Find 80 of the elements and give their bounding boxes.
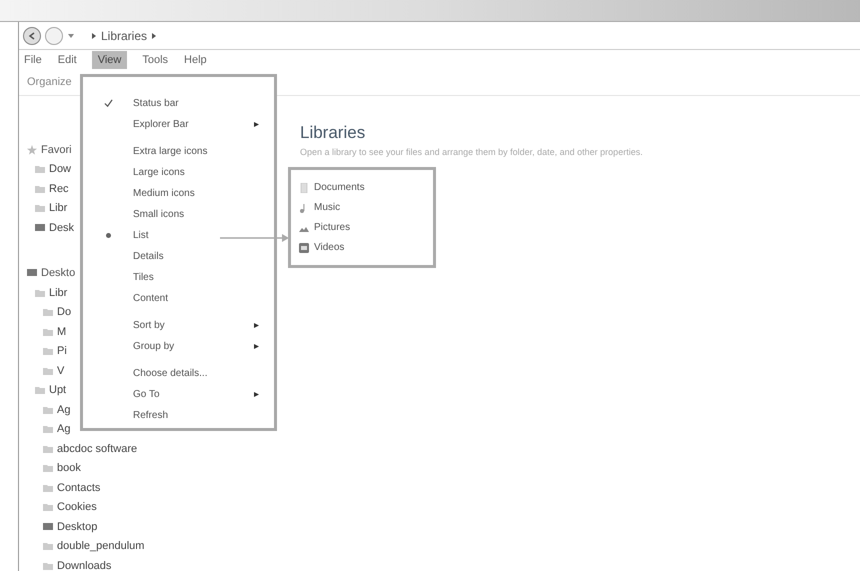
folder-icon <box>35 203 45 214</box>
menu-option[interactable]: Extra large icons <box>133 144 274 159</box>
folder-icon <box>43 444 53 454</box>
tree-item[interactable]: Dow <box>49 161 72 178</box>
tree-item[interactable]: double_pendulum <box>57 538 144 554</box>
library-item[interactable]: Music <box>314 200 340 215</box>
description-text: Open a library to see your files and arrange them by folder, date, and other properties. <box>300 146 644 159</box>
tree-item[interactable]: M <box>57 324 66 340</box>
submenu-arrow-icon <box>254 323 259 328</box>
menu-option[interactable]: Medium icons <box>133 186 274 201</box>
tree-item[interactable]: Deskto <box>41 265 76 282</box>
folder-icon <box>43 560 53 571</box>
library-item[interactable]: Videos <box>314 240 344 255</box>
folder-icon <box>43 366 53 376</box>
menu-option[interactable]: Status bar <box>133 96 274 111</box>
tree-item[interactable]: Libr <box>49 284 68 301</box>
folder-icon <box>43 463 53 474</box>
monitor-icon <box>35 222 45 233</box>
folder-icon <box>35 288 45 298</box>
tree-item[interactable]: Cookies <box>57 499 97 516</box>
menu-item[interactable]: File <box>23 52 43 68</box>
tree-item[interactable]: Ag <box>57 421 70 438</box>
menu-option[interactable]: Explorer Bar <box>133 117 254 132</box>
menu-option[interactable]: List <box>133 228 274 243</box>
tree-item[interactable]: abcdoc software <box>57 440 138 457</box>
breadcrumb-arrow-icon[interactable] <box>91 32 97 38</box>
menu-option[interactable]: Small icons <box>133 207 274 222</box>
tree-item[interactable]: V <box>57 362 64 379</box>
breadcrumb-item[interactable]: Libraries <box>101 26 148 44</box>
tree-item[interactable]: Ag <box>57 402 70 418</box>
tree-item[interactable]: Rec <box>49 180 69 197</box>
tree-item[interactable]: Desktop <box>57 518 98 535</box>
folder-icon <box>43 541 53 552</box>
tree-item[interactable]: Pi <box>57 343 67 360</box>
tree-item[interactable]: Downloads <box>57 558 112 571</box>
menu-option[interactable]: Large icons <box>133 165 274 180</box>
folder-icon <box>35 385 45 396</box>
monitor-icon <box>43 522 53 532</box>
menu-option[interactable]: Content <box>133 291 274 306</box>
tree-item[interactable]: Desk <box>49 220 74 236</box>
folder-icon <box>43 307 53 318</box>
menu-option[interactable]: Details <box>133 249 274 264</box>
folder-icon <box>43 424 53 434</box>
tree-item[interactable]: Do <box>57 304 72 320</box>
menu-option[interactable]: Group by <box>133 339 254 354</box>
back-button[interactable] <box>23 26 41 44</box>
menu-item[interactable]: Help <box>183 52 208 68</box>
menu-option[interactable]: Go To <box>133 387 254 402</box>
menu-option[interactable]: Tiles <box>133 270 274 285</box>
monitor-icon <box>27 268 37 278</box>
folder-icon <box>43 326 53 337</box>
folder-icon <box>35 184 45 194</box>
menu-item[interactable]: Edit <box>56 52 78 68</box>
menu-option[interactable]: Refresh <box>133 408 274 423</box>
folder-icon <box>43 502 53 512</box>
folder-icon <box>35 164 45 174</box>
tree-item[interactable]: Libr <box>49 200 68 216</box>
library-item[interactable]: Documents <box>314 180 365 195</box>
menu-option[interactable]: Choose details... <box>133 366 274 381</box>
page-heading: Libraries <box>300 122 366 144</box>
organize-button[interactable]: Organize <box>27 74 72 91</box>
folder-icon <box>43 404 53 415</box>
dropdown-caret-icon[interactable] <box>67 32 75 40</box>
menu-item[interactable]: View <box>92 50 128 70</box>
menu-option[interactable]: Sort by <box>133 318 254 333</box>
tree-item[interactable]: book <box>57 460 81 476</box>
menu-item[interactable]: Tools <box>141 52 170 68</box>
film-icon <box>299 242 309 252</box>
library-item[interactable]: Pictures <box>314 220 350 235</box>
submenu-arrow-icon <box>254 344 259 349</box>
document-icon <box>299 182 309 192</box>
folder-icon <box>43 346 53 356</box>
tree-item[interactable]: Upt <box>49 382 66 398</box>
submenu-arrow-icon <box>254 392 259 397</box>
tree-item[interactable]: Favori <box>41 142 72 158</box>
submenu-arrow-icon <box>254 122 259 127</box>
tree-item[interactable]: Contacts <box>57 480 100 496</box>
breadcrumb-arrow-icon[interactable] <box>151 32 158 38</box>
folder-icon <box>43 482 53 493</box>
star-icon <box>27 144 37 155</box>
